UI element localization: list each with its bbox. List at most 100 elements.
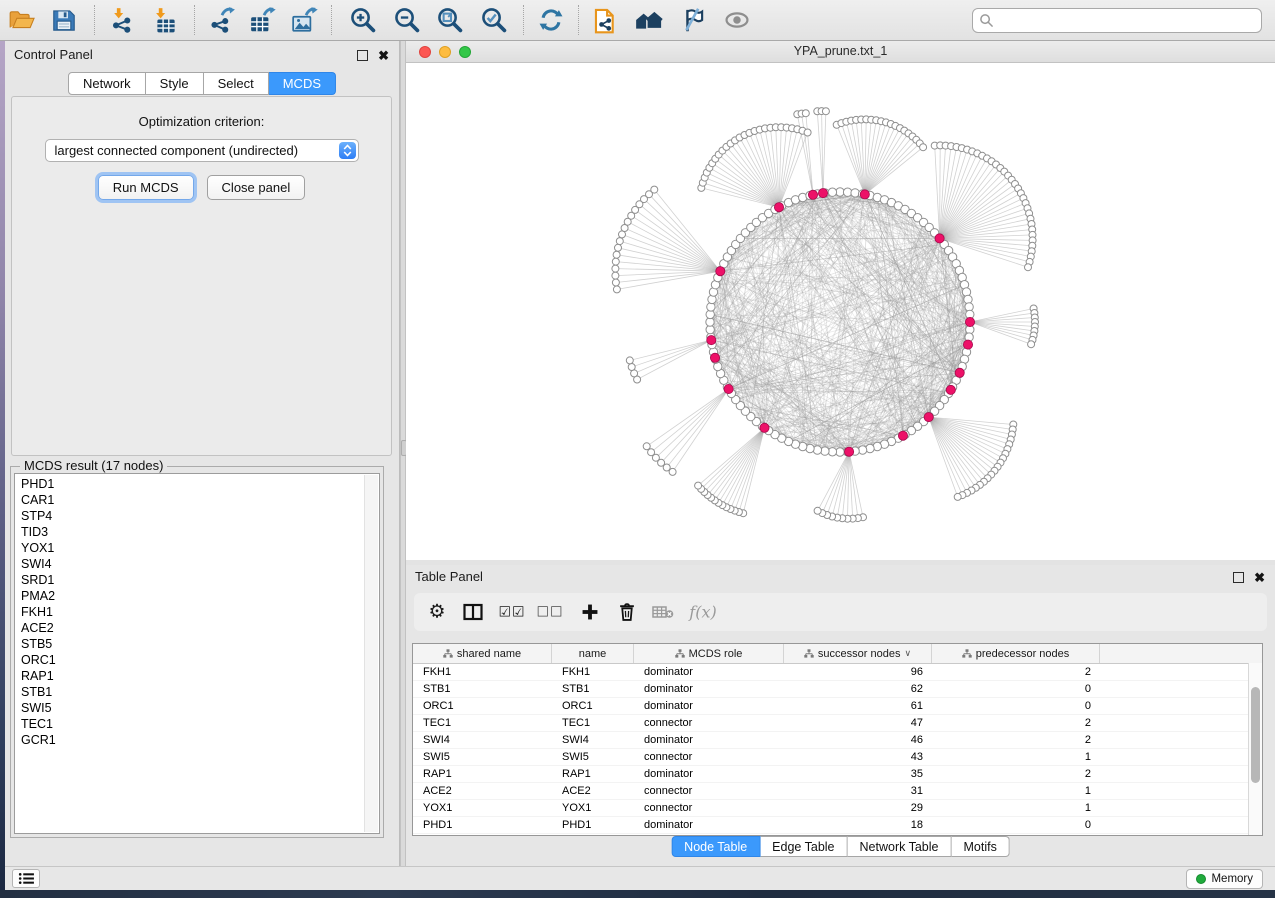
table-row[interactable]: ORC1ORC1dominator610 <box>413 698 1262 715</box>
table-cell[interactable]: 2 <box>932 768 1100 780</box>
mcds-result-item[interactable]: YOX1 <box>15 540 364 556</box>
table-cell[interactable]: RAP1 <box>413 768 552 780</box>
save-session-icon[interactable] <box>52 8 77 33</box>
search-input[interactable] <box>994 13 1255 29</box>
create-column-icon[interactable] <box>582 604 599 621</box>
mcds-result-item[interactable]: STP4 <box>15 508 364 524</box>
table-cell[interactable]: dominator <box>634 700 784 712</box>
table-cell[interactable]: FKH1 <box>413 666 552 678</box>
table-cell[interactable]: 29 <box>784 802 932 814</box>
mcds-result-item[interactable]: ACE2 <box>15 620 364 636</box>
table-cell[interactable]: dominator <box>634 768 784 780</box>
tab-motifs[interactable]: Motifs <box>951 836 1009 857</box>
table-cell[interactable]: 96 <box>784 666 932 678</box>
mcds-result-item[interactable]: CAR1 <box>15 492 364 508</box>
refresh-icon[interactable] <box>538 7 565 34</box>
export-table-icon[interactable] <box>249 7 277 34</box>
table-cell[interactable]: ACE2 <box>552 785 634 797</box>
optimization-criterion-select[interactable]: largest connected component (undirected) <box>45 139 359 162</box>
table-cell[interactable]: YOX1 <box>552 802 634 814</box>
table-row[interactable]: TEC1TEC1connector472 <box>413 715 1262 732</box>
mcds-result-scrollbar[interactable] <box>364 475 378 832</box>
tab-edge-table[interactable]: Edge Table <box>760 836 847 857</box>
tab-mcds[interactable]: MCDS <box>269 72 336 95</box>
column-header-predecessor-nodes[interactable]: predecessor nodes <box>932 644 1100 663</box>
close-panel-icon[interactable]: ✖ <box>1254 571 1265 584</box>
table-cell[interactable]: dominator <box>634 666 784 678</box>
table-mode-gear-icon[interactable]: ⚙ <box>428 603 445 622</box>
mcds-result-item[interactable]: FKH1 <box>15 604 364 620</box>
close-panel-button[interactable]: Close panel <box>207 175 306 200</box>
mcds-result-item[interactable]: TID3 <box>15 524 364 540</box>
deselect-all-rows-icon[interactable]: ☐☐ <box>536 604 563 621</box>
zoom-in-icon[interactable] <box>350 7 377 34</box>
table-cell[interactable]: 1 <box>932 751 1100 763</box>
table-row[interactable]: SWI5SWI5connector431 <box>413 749 1262 766</box>
table-cell[interactable]: STB1 <box>413 683 552 695</box>
table-cell[interactable]: 2 <box>932 666 1100 678</box>
tab-node-table[interactable]: Node Table <box>671 836 760 857</box>
table-cell[interactable]: 0 <box>932 700 1100 712</box>
close-panel-icon[interactable]: ✖ <box>378 49 389 62</box>
maximize-window-icon[interactable] <box>459 46 471 58</box>
run-mcds-button[interactable]: Run MCDS <box>98 175 194 200</box>
table-cell[interactable]: SWI5 <box>552 751 634 763</box>
network-canvas[interactable] <box>406 63 1275 560</box>
table-cell[interactable]: 2 <box>932 734 1100 746</box>
table-cell[interactable]: ACE2 <box>413 785 552 797</box>
table-cell[interactable]: 0 <box>932 819 1100 831</box>
table-row[interactable]: PHD1PHD1dominator180 <box>413 817 1262 834</box>
table-cell[interactable]: 18 <box>784 819 932 831</box>
table-cell[interactable]: dominator <box>634 734 784 746</box>
mcds-result-item[interactable]: PMA2 <box>15 588 364 604</box>
mcds-result-item[interactable]: SWI5 <box>15 700 364 716</box>
mcds-result-item[interactable]: RAP1 <box>15 668 364 684</box>
search-field[interactable] <box>972 8 1262 33</box>
tab-select[interactable]: Select <box>204 72 269 95</box>
import-table-icon[interactable] <box>152 7 180 34</box>
table-cell[interactable]: FKH1 <box>552 666 634 678</box>
table-cell[interactable]: PHD1 <box>413 819 552 831</box>
mcds-result-item[interactable]: GCR1 <box>15 732 364 748</box>
table-cell[interactable]: ORC1 <box>552 700 634 712</box>
show-hide-eye-icon[interactable] <box>723 9 751 31</box>
show-hide-columns-icon[interactable] <box>463 604 483 621</box>
table-cell[interactable]: dominator <box>634 683 784 695</box>
tab-style[interactable]: Style <box>146 72 204 95</box>
table-row[interactable]: SWI4SWI4dominator462 <box>413 732 1262 749</box>
table-row[interactable]: ACE2ACE2connector311 <box>413 783 1262 800</box>
table-row[interactable]: RAP1RAP1dominator352 <box>413 766 1262 783</box>
zoom-selected-icon[interactable] <box>481 7 508 34</box>
mcds-result-item[interactable]: TEC1 <box>15 716 364 732</box>
minimize-window-icon[interactable] <box>439 46 451 58</box>
open-session-icon[interactable] <box>8 8 36 32</box>
table-cell[interactable]: 0 <box>932 683 1100 695</box>
mcds-result-item[interactable]: SWI4 <box>15 556 364 572</box>
table-row[interactable]: YOX1YOX1connector291 <box>413 800 1262 817</box>
table-cell[interactable]: SWI5 <box>413 751 552 763</box>
table-row[interactable]: FKH1FKH1dominator962 <box>413 664 1262 681</box>
export-network-icon[interactable] <box>208 7 236 34</box>
table-cell[interactable]: TEC1 <box>552 717 634 729</box>
zoom-out-icon[interactable] <box>394 7 421 34</box>
select-all-rows-icon[interactable]: ☑☑ <box>498 604 525 621</box>
table-cell[interactable]: 43 <box>784 751 932 763</box>
table-cell[interactable]: 46 <box>784 734 932 746</box>
table-row[interactable]: STB1STB1dominator620 <box>413 681 1262 698</box>
column-header-mcds-role[interactable]: MCDS role <box>634 644 784 663</box>
table-cell[interactable]: STB1 <box>552 683 634 695</box>
column-header-shared-name[interactable]: shared name <box>413 644 552 663</box>
float-panel-icon[interactable] <box>357 50 368 61</box>
zoom-fit-icon[interactable] <box>437 7 464 34</box>
table-cell[interactable]: TEC1 <box>413 717 552 729</box>
table-cell[interactable]: 1 <box>932 785 1100 797</box>
close-window-icon[interactable] <box>419 46 431 58</box>
table-cell[interactable]: 35 <box>784 768 932 780</box>
table-scrollbar-track[interactable] <box>1248 663 1262 835</box>
column-header-name[interactable]: name <box>552 644 634 663</box>
import-network-icon[interactable] <box>109 7 137 34</box>
mcds-result-item[interactable]: SRD1 <box>15 572 364 588</box>
network-window-titlebar[interactable]: YPA_prune.txt_1 <box>406 41 1275 63</box>
table-cell[interactable]: RAP1 <box>552 768 634 780</box>
table-scrollbar-thumb[interactable] <box>1251 687 1260 783</box>
